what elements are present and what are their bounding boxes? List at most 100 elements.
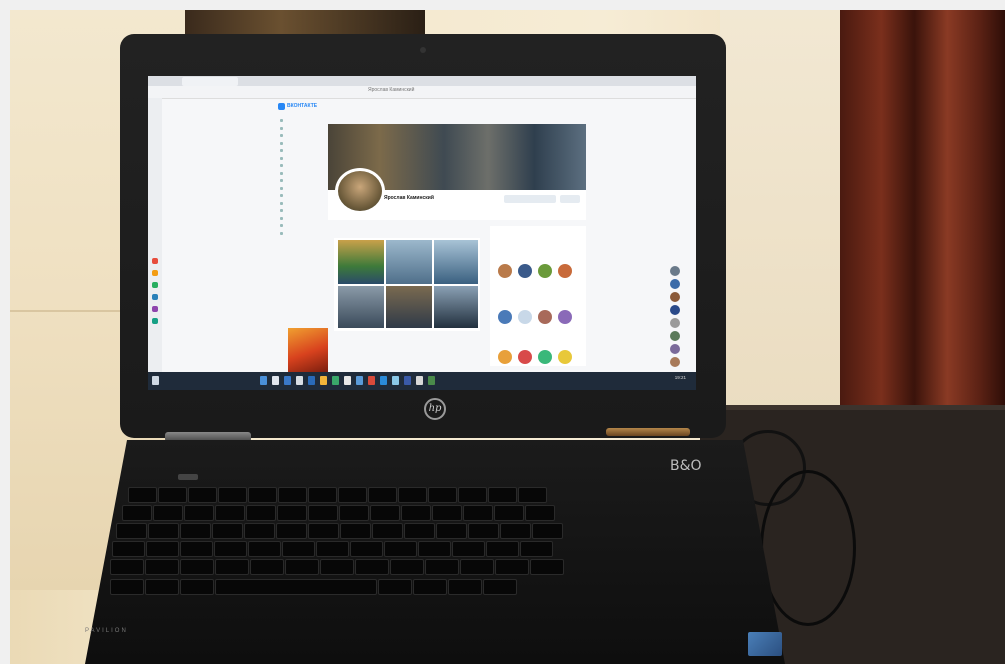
keyboard-key[interactable] xyxy=(500,523,531,539)
keyboard-key[interactable] xyxy=(413,579,447,595)
sidebar-app-icon[interactable] xyxy=(152,282,158,288)
community-avatar[interactable] xyxy=(498,350,512,364)
chat-avatar[interactable] xyxy=(670,331,680,341)
keyboard-key[interactable] xyxy=(248,487,277,503)
address-bar[interactable]: Ярослав Каминский xyxy=(148,86,696,99)
browser-tab[interactable] xyxy=(182,77,238,86)
keyboard-key[interactable] xyxy=(248,541,281,557)
keyboard-key[interactable] xyxy=(495,559,529,575)
keyboard-key[interactable] xyxy=(285,559,319,575)
menu-item[interactable] xyxy=(280,156,325,163)
keyboard-key[interactable] xyxy=(112,541,145,557)
keyboard-key[interactable] xyxy=(212,523,243,539)
keyboard-key[interactable] xyxy=(184,505,214,521)
keyboard-key[interactable] xyxy=(145,579,179,595)
keyboard-key[interactable] xyxy=(110,579,144,595)
keyboard-key[interactable] xyxy=(153,505,183,521)
menu-item[interactable] xyxy=(280,141,325,148)
keyboard-key[interactable] xyxy=(158,487,187,503)
taskbar-app-icon[interactable] xyxy=(332,376,339,385)
keyboard-key[interactable] xyxy=(355,559,389,575)
keyboard-key[interactable] xyxy=(180,579,214,595)
keyboard-key[interactable] xyxy=(215,579,377,595)
keyboard-key[interactable] xyxy=(282,541,315,557)
chat-avatar[interactable] xyxy=(670,305,680,315)
chat-avatar[interactable] xyxy=(670,357,680,367)
keyboard-key[interactable] xyxy=(128,487,157,503)
keyboard-key[interactable] xyxy=(215,559,249,575)
sidebar-app-icon[interactable] xyxy=(152,258,158,264)
keyboard-key[interactable] xyxy=(308,487,337,503)
keyboard-key[interactable] xyxy=(308,505,338,521)
menu-item[interactable] xyxy=(280,163,325,170)
keyboard-key[interactable] xyxy=(404,523,435,539)
community-avatar[interactable] xyxy=(558,350,572,364)
keyboard-key[interactable] xyxy=(340,523,371,539)
ad-banner-image[interactable] xyxy=(288,328,328,372)
keyboard-key[interactable] xyxy=(463,505,493,521)
menu-item[interactable] xyxy=(280,208,325,215)
keyboard-key[interactable] xyxy=(215,505,245,521)
friend-avatar[interactable] xyxy=(518,264,532,278)
taskbar-app-icon[interactable] xyxy=(404,376,411,385)
keyboard-key[interactable] xyxy=(372,523,403,539)
keyboard-key[interactable] xyxy=(338,487,367,503)
keyboard-key[interactable] xyxy=(384,541,417,557)
taskbar-clock[interactable]: 19:21 xyxy=(675,375,686,380)
community-avatar[interactable] xyxy=(518,350,532,364)
keyboard-key[interactable] xyxy=(214,541,247,557)
friend-avatar[interactable] xyxy=(538,264,552,278)
menu-item[interactable] xyxy=(280,223,325,230)
keyboard-key[interactable] xyxy=(432,505,462,521)
keyboard-key[interactable] xyxy=(494,505,524,521)
keyboard-key[interactable] xyxy=(350,541,383,557)
keyboard[interactable] xyxy=(110,487,730,617)
menu-item[interactable] xyxy=(280,171,325,178)
keyboard-key[interactable] xyxy=(518,487,547,503)
menu-item[interactable] xyxy=(280,126,325,133)
keyboard-key[interactable] xyxy=(339,505,369,521)
keyboard-key[interactable] xyxy=(116,523,147,539)
edit-profile-button[interactable] xyxy=(504,195,556,203)
keyboard-key[interactable] xyxy=(530,559,564,575)
menu-item[interactable] xyxy=(280,178,325,185)
taskbar-app-icon[interactable] xyxy=(416,376,423,385)
keyboard-key[interactable] xyxy=(448,579,482,595)
keyboard-key[interactable] xyxy=(525,505,555,521)
keyboard-key[interactable] xyxy=(378,579,412,595)
keyboard-key[interactable] xyxy=(532,523,563,539)
keyboard-key[interactable] xyxy=(468,523,499,539)
photo-thumbnail[interactable] xyxy=(434,240,478,284)
sidebar-app-icon[interactable] xyxy=(152,270,158,276)
keyboard-key[interactable] xyxy=(110,559,144,575)
laptop-screen[interactable]: Ярослав Каминский ВКОНТАКТЕ Ярослав Ками… xyxy=(148,76,696,390)
sidebar-app-icon[interactable] xyxy=(152,306,158,312)
friend-avatar[interactable] xyxy=(498,310,512,324)
menu-item[interactable] xyxy=(280,231,325,238)
keyboard-key[interactable] xyxy=(145,559,179,575)
chat-avatar[interactable] xyxy=(670,279,680,289)
keyboard-key[interactable] xyxy=(320,559,354,575)
keyboard-key[interactable] xyxy=(244,523,275,539)
menu-item[interactable] xyxy=(280,186,325,193)
keyboard-key[interactable] xyxy=(277,505,307,521)
sidebar-app-icon[interactable] xyxy=(152,294,158,300)
taskbar-app-icon[interactable] xyxy=(380,376,387,385)
keyboard-key[interactable] xyxy=(180,541,213,557)
taskbar-app-icon[interactable] xyxy=(260,376,267,385)
chat-avatar[interactable] xyxy=(670,344,680,354)
keyboard-key[interactable] xyxy=(425,559,459,575)
photo-thumbnail[interactable] xyxy=(386,286,432,328)
keyboard-key[interactable] xyxy=(276,523,307,539)
keyboard-key[interactable] xyxy=(460,559,494,575)
friend-avatar[interactable] xyxy=(558,264,572,278)
taskbar-app-icon[interactable] xyxy=(284,376,291,385)
keyboard-key[interactable] xyxy=(436,523,467,539)
keyboard-key[interactable] xyxy=(188,487,217,503)
menu-item[interactable] xyxy=(280,118,325,125)
keyboard-key[interactable] xyxy=(370,505,400,521)
taskbar-app-icon[interactable] xyxy=(308,376,315,385)
taskbar-app-icon[interactable] xyxy=(296,376,303,385)
keyboard-key[interactable] xyxy=(483,579,517,595)
photo-thumbnail[interactable] xyxy=(434,286,478,328)
